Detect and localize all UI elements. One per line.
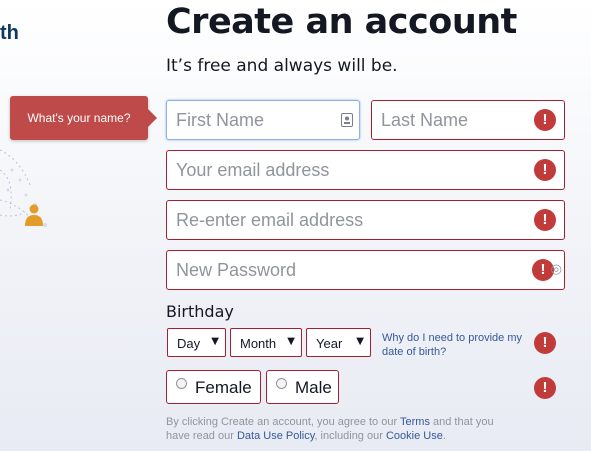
email-confirm-placeholder: Re-enter email address	[176, 210, 364, 230]
birthday-month-select[interactable]: Month ▼	[230, 328, 302, 357]
month-select-value: Month	[240, 336, 277, 351]
contact-card-icon	[341, 113, 353, 127]
last-name-placeholder: Last Name	[381, 110, 469, 130]
birthday-year-select[interactable]: Year ▼	[306, 328, 371, 357]
female-radio[interactable]	[176, 378, 187, 389]
dropdown-arrow-icon: ▼	[211, 336, 219, 347]
world-map-illustration	[0, 149, 47, 227]
male-radio[interactable]	[276, 378, 287, 389]
dropdown-arrow-icon: ▼	[356, 336, 364, 347]
terms-suffix: , including our	[314, 430, 383, 442]
password-input[interactable]: New Password ! ◎	[166, 250, 565, 290]
gender-error-icon: !	[534, 377, 556, 399]
tagline-fragment: th	[0, 22, 19, 44]
tooltip-text: What's your name?	[27, 111, 131, 125]
name-error-tooltip: What's your name?	[10, 96, 157, 140]
first-name-input[interactable]: First Name	[166, 100, 360, 140]
first-name-placeholder: First Name	[176, 110, 265, 130]
dropdown-arrow-icon: ▼	[287, 336, 295, 347]
person-icon	[25, 204, 43, 226]
last-name-input[interactable]: Last Name !	[371, 100, 565, 140]
birthday-error-icon: !	[534, 332, 556, 354]
why-birthday-link[interactable]: Why do I need to provide my date of birt…	[382, 331, 532, 359]
error-icon: !	[534, 159, 556, 181]
password-placeholder: New Password	[176, 260, 297, 280]
cookie-use-link[interactable]: Cookie Use	[386, 430, 443, 442]
terms-notice: By clicking Create an account, you agree…	[166, 415, 506, 443]
email-placeholder: Your email address	[176, 160, 330, 180]
day-select-value: Day	[177, 336, 201, 351]
birthday-label: Birthday	[166, 302, 234, 321]
data-use-policy-link[interactable]: Data Use Policy	[237, 430, 314, 442]
birthday-day-select[interactable]: Day ▼	[167, 328, 226, 357]
gender-female-option[interactable]: Female	[166, 370, 261, 404]
show-password-icon[interactable]: ◎	[551, 263, 562, 277]
year-select-value: Year	[316, 336, 343, 351]
gender-male-option[interactable]: Male	[266, 370, 339, 404]
page-title: Create an account	[166, 2, 517, 42]
page-subtitle: It’s free and always will be.	[166, 56, 398, 76]
email-input[interactable]: Your email address !	[166, 150, 565, 190]
terms-end: .	[442, 430, 446, 442]
email-confirm-input[interactable]: Re-enter email address !	[166, 200, 565, 240]
male-label: Male	[295, 378, 332, 397]
terms-link[interactable]: Terms	[400, 416, 430, 428]
terms-prefix: By clicking Create an account, you agree…	[166, 416, 398, 428]
error-icon: !	[534, 109, 556, 131]
error-icon: !	[534, 209, 556, 231]
female-label: Female	[195, 378, 252, 397]
